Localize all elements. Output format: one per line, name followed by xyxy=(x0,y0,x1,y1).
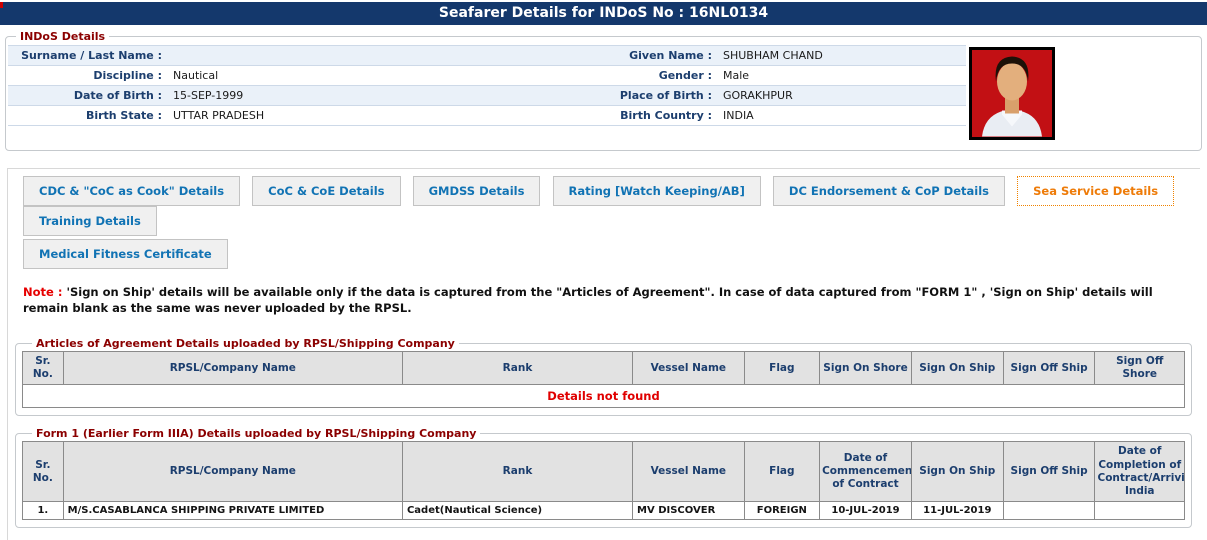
cell-sign-off-ship xyxy=(1002,500,1096,520)
gender-value: Male xyxy=(723,69,750,82)
col-date-commencement-contract: Date of Commencement of Contract xyxy=(819,441,912,502)
cell-vessel-name: MV DISCOVER xyxy=(632,500,745,520)
sign-on-ship-note: Note : 'Sign on Ship' details will be av… xyxy=(23,284,1190,316)
tab-gmdss[interactable]: GMDSS Details xyxy=(412,176,541,206)
seafarer-photo-image xyxy=(972,50,1052,137)
col-sign-on-ship: Sign On Ship xyxy=(910,351,1004,386)
form1-section: Form 1 (Earlier Form IIIA) Details uploa… xyxy=(15,427,1192,528)
col-flag: Flag xyxy=(743,441,821,502)
col-sign-on-ship: Sign On Ship xyxy=(910,441,1004,502)
tab-strip-row-1: CDC & "CoC as Cook" Details CoC & CoE De… xyxy=(23,176,1200,236)
discipline-label: Discipline : xyxy=(93,69,162,82)
col-flag: Flag xyxy=(743,351,821,386)
tab-medical-fitness-certificate[interactable]: Medical Fitness Certificate xyxy=(23,239,228,269)
page-title: Seafarer Details for INDoS No : 16NL0134 xyxy=(0,2,1207,25)
col-rank: Rank xyxy=(401,441,634,502)
discipline-value: Nautical xyxy=(173,69,219,82)
birth-state-value: UTTAR PRADESH xyxy=(173,109,265,122)
details-tab-panel: CDC & "CoC as Cook" Details CoC & CoE De… xyxy=(7,168,1200,540)
gender-label: Gender : xyxy=(658,69,712,82)
note-label: Note : xyxy=(23,285,63,299)
note-text: 'Sign on Ship' details will be available… xyxy=(23,285,1153,316)
seafarer-photo xyxy=(969,47,1055,140)
cell-date-completion xyxy=(1094,500,1185,520)
cell-sign-on-ship: 11-JUL-2019 xyxy=(910,500,1004,520)
col-sr-no: Sr. No. xyxy=(22,351,64,386)
tab-coc-coe[interactable]: CoC & CoE Details xyxy=(252,176,401,206)
top-left-red-artifact xyxy=(0,2,3,8)
articles-of-agreement-table: Sr. No. RPSL/Company Name Rank Vessel Na… xyxy=(22,351,1185,409)
col-sign-on-shore: Sign On Shore xyxy=(819,351,912,386)
place-of-birth-value: GORAKHPUR xyxy=(723,89,793,102)
col-sign-off-shore: Sign Off Shore xyxy=(1094,351,1185,386)
col-sr-no: Sr. No. xyxy=(22,441,64,502)
tab-dc-endorsement-cop[interactable]: DC Endorsement & CoP Details xyxy=(772,176,1006,206)
cell-flag: FOREIGN xyxy=(743,500,821,520)
date-of-birth-value: 15-SEP-1999 xyxy=(173,89,244,102)
articles-of-agreement-section: Articles of Agreement Details uploaded b… xyxy=(15,337,1192,417)
form1-table-row: 1. M/S.CASABLANCA SHIPPING PRIVATE LIMIT… xyxy=(22,500,1185,520)
indos-details-section: INDoS Details Surname / Last Name : Give… xyxy=(5,30,1202,151)
given-name-value: SHUBHAM CHAND xyxy=(723,49,823,62)
form1-table: Sr. No. RPSL/Company Name Rank Vessel Na… xyxy=(22,441,1185,520)
indos-row-name: Surname / Last Name : Given Name : SHUBH… xyxy=(8,46,966,66)
tab-strip-row-2: Medical Fitness Certificate xyxy=(23,239,1200,269)
form1-legend: Form 1 (Earlier Form IIIA) Details uploa… xyxy=(36,427,477,441)
date-of-birth-label: Date of Birth : xyxy=(73,89,162,102)
articles-of-agreement-legend: Articles of Agreement Details uploaded b… xyxy=(36,337,455,351)
cell-date-commencement: 10-JUL-2019 xyxy=(819,500,912,520)
cell-sr-no: 1. xyxy=(22,500,64,520)
tab-rating-watch-keeping[interactable]: Rating [Watch Keeping/AB] xyxy=(552,176,761,206)
col-date-completion-contract: Date of Completion of Contract/Arriving … xyxy=(1094,441,1185,502)
indos-row-state: Birth State : UTTAR PRADESH Birth Countr… xyxy=(8,106,966,126)
birth-state-label: Birth State : xyxy=(85,109,162,122)
details-not-found-message: Details not found xyxy=(22,384,1185,409)
tab-training-details[interactable]: Training Details xyxy=(23,206,157,236)
col-rpsl-company-name: RPSL/Company Name xyxy=(62,441,403,502)
tab-cdc-coc-as-cook[interactable]: CDC & "CoC as Cook" Details xyxy=(23,176,241,206)
indos-details-legend: INDoS Details xyxy=(20,30,106,43)
col-vessel-name: Vessel Name xyxy=(632,351,745,386)
articles-table-header-row: Sr. No. RPSL/Company Name Rank Vessel Na… xyxy=(22,351,1185,386)
indos-details-grid: Surname / Last Name : Given Name : SHUBH… xyxy=(8,45,966,126)
indos-row-discipline: Discipline : Nautical Gender : Male xyxy=(8,66,966,86)
col-rpsl-company-name: RPSL/Company Name xyxy=(62,351,403,386)
surname-label: Surname / Last Name : xyxy=(21,49,162,62)
indos-row-birth: Date of Birth : 15-SEP-1999 Place of Bir… xyxy=(8,86,966,106)
given-name-label: Given Name : xyxy=(629,49,712,62)
col-rank: Rank xyxy=(401,351,634,386)
articles-table-empty-row: Details not found xyxy=(22,384,1185,409)
col-sign-off-ship: Sign Off Ship xyxy=(1002,441,1096,502)
cell-rank: Cadet(Nautical Science) xyxy=(401,500,634,520)
cell-company-name: M/S.CASABLANCA SHIPPING PRIVATE LIMITED xyxy=(62,500,403,520)
col-vessel-name: Vessel Name xyxy=(632,441,745,502)
col-sign-off-ship: Sign Off Ship xyxy=(1002,351,1096,386)
birth-country-label: Birth Country : xyxy=(620,109,712,122)
surname-value xyxy=(166,46,461,65)
birth-country-value: INDIA xyxy=(723,109,754,122)
tab-sea-service-details[interactable]: Sea Service Details xyxy=(1017,176,1175,206)
form1-table-header-row: Sr. No. RPSL/Company Name Rank Vessel Na… xyxy=(22,441,1185,502)
place-of-birth-label: Place of Birth : xyxy=(619,89,712,102)
